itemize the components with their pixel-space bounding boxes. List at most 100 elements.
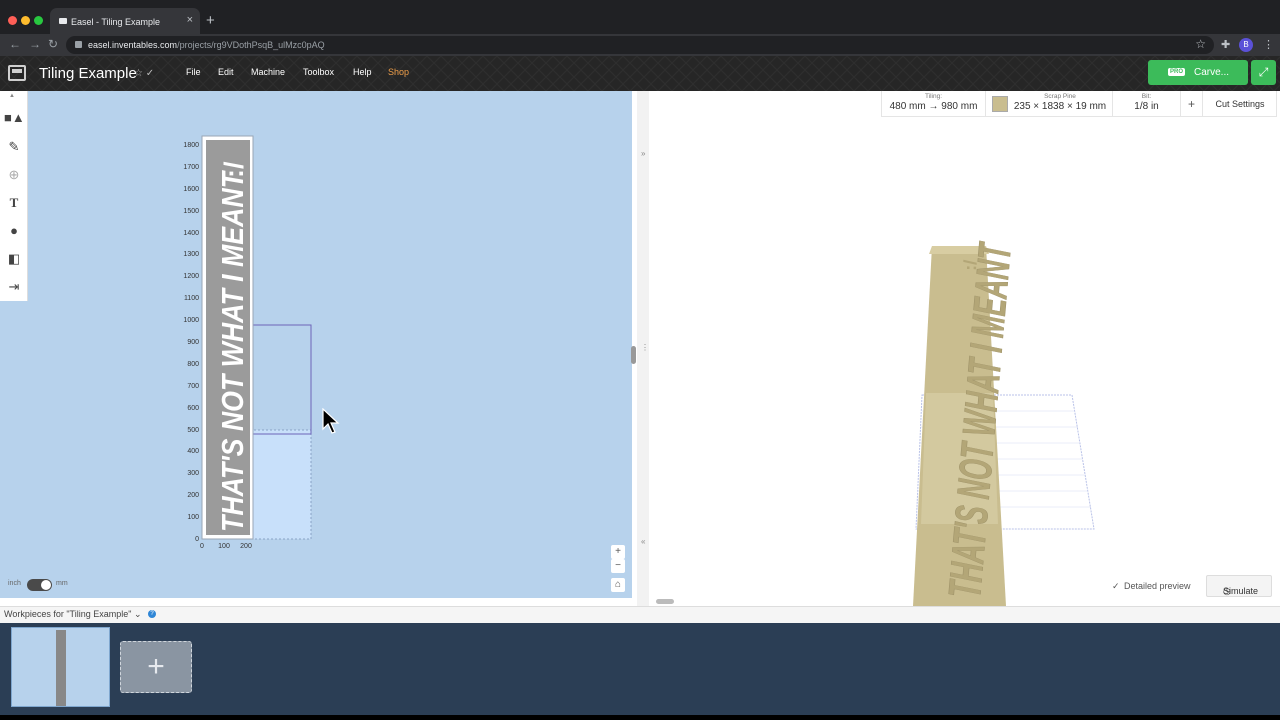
expand-left-icon[interactable]: « [641, 537, 645, 546]
y-tick-label: 100 [187, 514, 199, 521]
project-title[interactable]: Tiling Example [39, 65, 137, 82]
tab-title: Easel - Tiling Example [71, 17, 161, 27]
pen-tool-icon[interactable]: ✎ [4, 137, 24, 157]
y-tick-label: 700 [187, 383, 199, 390]
screen: Easel - Tiling Example × + ← → ↻ easel.i… [0, 0, 1280, 720]
unit-mm-label: mm [56, 580, 68, 587]
preview-scrollbar[interactable] [656, 599, 674, 604]
bit-info[interactable]: Bit: 1/8 in [1113, 91, 1181, 117]
material-swatch [992, 96, 1008, 112]
profile-avatar[interactable]: B [1239, 38, 1253, 52]
y-tick-label: 1700 [183, 164, 199, 171]
home-view-icon[interactable]: ⌂ [611, 578, 625, 592]
lock-icon [75, 41, 82, 48]
carve-button[interactable]: PRO Carve... [1148, 60, 1248, 85]
3d-preview-render: THAT'S NOT WHAT I MEANT :/ [913, 239, 1095, 606]
workpiece-thumbnail-design [56, 630, 66, 706]
help-icon[interactable]: ? [148, 610, 156, 618]
bottom-edge [0, 715, 1280, 720]
bookmark-star-icon[interactable]: ☆ [1195, 37, 1206, 51]
y-tick-label: 1600 [183, 186, 199, 193]
easel-pro-logo-icon[interactable] [8, 65, 26, 81]
workpiece-thumbnail[interactable] [11, 627, 110, 707]
url-text: easel.inventables.com/projects/rg9VDothP… [88, 40, 325, 50]
browser-menu-icon[interactable]: ⋮ [1263, 38, 1274, 51]
y-tick-label: 1500 [183, 208, 199, 215]
design-toolbar: ▲ ■▲ ✎ ⊕ T ● ◧ ⇥ [0, 91, 28, 301]
design-canvas-drawing: 1800 1700 1600 1500 1400 1300 1200 1100 … [183, 135, 312, 550]
workpieces-tray [0, 623, 1280, 715]
easel-favicon-icon [59, 18, 67, 24]
y-tick-label: 800 [187, 361, 199, 368]
carve-label: Carve... [1194, 67, 1230, 78]
browser-toolbar: ← → ↻ easel.inventables.com/projects/rg9… [0, 34, 1280, 56]
minimize-window-button[interactable] [21, 16, 30, 25]
detailed-preview-toggle[interactable]: Detailed preview [1124, 581, 1191, 591]
cut-settings-button[interactable]: Cut Settings [1203, 91, 1277, 117]
new-tab-button[interactable]: + [206, 12, 215, 29]
fullscreen-toggle-icon[interactable]: ⤢ [1251, 60, 1276, 85]
y-tick-label: 500 [187, 427, 199, 434]
forward-icon[interactable]: → [29, 37, 41, 51]
expand-right-icon[interactable]: » [641, 149, 645, 158]
canvas-scrollbar[interactable] [631, 346, 636, 364]
menu-edit[interactable]: Edit [218, 67, 234, 77]
back-icon[interactable]: ← [9, 37, 21, 51]
add-bit-button[interactable]: + [1181, 91, 1203, 117]
y-tick-label: 200 [187, 492, 199, 499]
y-tick-label: 300 [187, 470, 199, 477]
text-tool-icon[interactable]: T [4, 193, 24, 213]
workpieces-label: Workpieces for "Tiling Example" ⌄ [4, 609, 142, 619]
tab-close-icon[interactable]: × [187, 14, 193, 26]
preview-face-text: :/ [960, 259, 980, 271]
favorite-star-icon[interactable]: ☆ ✓ [134, 68, 154, 79]
address-bar[interactable]: easel.inventables.com/projects/rg9VDothP… [66, 36, 1214, 54]
add-workpiece-button[interactable]: + [120, 641, 192, 693]
zoom-out-button[interactable]: − [611, 559, 625, 573]
app-header: Tiling Example ☆ ✓ File Edit Machine Too… [0, 56, 1280, 91]
shapes-tool-icon[interactable]: ■▲ [4, 108, 25, 128]
pane-splitter[interactable]: » ⋮ « [637, 91, 649, 608]
simulate-label: Simulate [1223, 586, 1259, 596]
maximize-window-button[interactable] [34, 16, 43, 25]
x-tick-label: 200 [240, 543, 252, 550]
detailed-preview-check-icon[interactable]: ✓ [1112, 581, 1120, 592]
drag-handle-icon[interactable]: ⋮ [641, 343, 649, 352]
workpieces-header[interactable]: Workpieces for "Tiling Example" ⌄ ? [0, 606, 1280, 623]
y-tick-label: 1400 [183, 230, 199, 237]
menu-shop[interactable]: Shop [388, 67, 409, 77]
menu-help[interactable]: Help [353, 67, 372, 77]
extensions-puzzle-icon[interactable]: ✚ [1221, 38, 1230, 51]
simulate-button[interactable]: ◷ Simulate [1206, 575, 1272, 597]
reload-icon[interactable]: ↻ [48, 37, 58, 51]
y-tick-label: 400 [187, 448, 199, 455]
unit-toggle[interactable] [27, 579, 52, 591]
y-tick-label: 0 [195, 536, 199, 543]
menu-toolbox[interactable]: Toolbox [303, 67, 334, 77]
browser-tab-bar: Easel - Tiling Example × + [0, 0, 1280, 34]
x-tick-label: 0 [200, 543, 204, 550]
target-tool-icon[interactable]: ⊕ [4, 165, 24, 185]
y-tick-label: 1100 [184, 295, 199, 302]
y-tick-label: 1300 [183, 251, 199, 258]
icon-library-apple-icon[interactable]: ● [4, 221, 24, 241]
tiling-info[interactable]: Tiling: 480 mm → 980 mm [882, 91, 986, 117]
menu-machine[interactable]: Machine [251, 67, 285, 77]
y-tick-label: 1800 [183, 142, 199, 149]
import-icon[interactable]: ⇥ [4, 277, 24, 297]
design-text: THAT'S NOT WHAT I MEANT [215, 169, 250, 532]
pro-badge: PRO [1168, 68, 1186, 76]
3d-models-box-icon[interactable]: ◧ [4, 249, 24, 269]
material-info[interactable]: Scrap Pine 235 × 1838 × 19 mm [986, 91, 1113, 117]
close-window-button[interactable] [8, 16, 17, 25]
y-tick-label: 1200 [183, 273, 199, 280]
zoom-in-button[interactable]: + [611, 545, 625, 559]
x-tick-label: 100 [218, 543, 230, 550]
y-tick-label: 1000 [183, 317, 199, 324]
menu-file[interactable]: File [186, 67, 201, 77]
y-tick-label: 600 [187, 405, 199, 412]
browser-tab[interactable]: Easel - Tiling Example × [50, 8, 200, 34]
collapse-toolbar-icon[interactable]: ▲ [9, 93, 15, 99]
material-info-bar: Tiling: 480 mm → 980 mm Scrap Pine 235 ×… [881, 91, 1277, 117]
mouse-cursor-icon [322, 408, 340, 434]
